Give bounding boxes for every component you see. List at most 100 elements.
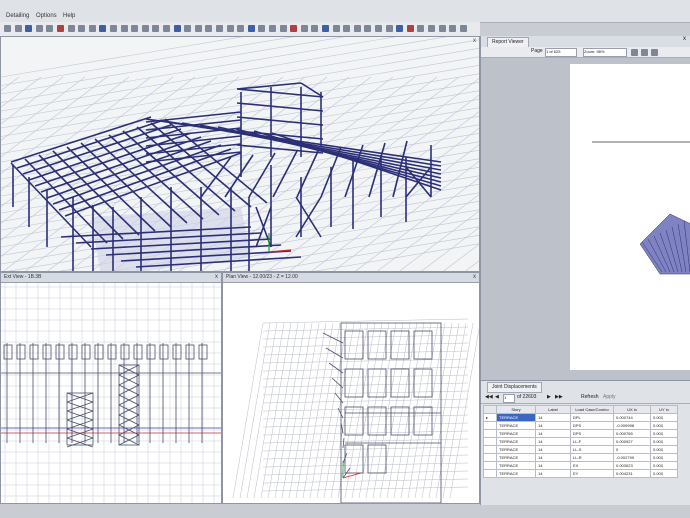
table-cell[interactable]: 14 (535, 445, 571, 454)
toolbar-tool-icon[interactable] (57, 25, 64, 32)
table-cell[interactable]: 0.000 (650, 429, 678, 438)
table-cell[interactable]: TERRACE (496, 469, 536, 478)
toolbar-tool-icon[interactable] (131, 25, 139, 32)
elevation-view-panel[interactable]: Ext View - 1B.3B x (0, 272, 222, 504)
table-cell[interactable]: TERRACE (496, 445, 536, 454)
table-cell[interactable]: 0.000 (650, 421, 678, 430)
table-row[interactable]: TERRACE 14 DPS -0.009998 0.000 (483, 421, 678, 430)
toolbar-tool-icon[interactable] (99, 25, 107, 32)
prev-page-icon[interactable]: ◀ (495, 394, 499, 400)
3d-model-canvas[interactable] (1, 37, 480, 272)
joint-displacements-table[interactable]: Story Label Load Case/Combo UX in UY in … (483, 405, 678, 478)
table-cell[interactable]: 14 (535, 469, 571, 478)
toolbar-tool-icon[interactable] (385, 25, 393, 32)
plan-view-panel[interactable]: Plan View - 12.00/23 - Z = 12.00 x (222, 272, 480, 504)
table-cell[interactable]: 0.000 (650, 413, 678, 422)
toolbar-tool-icon[interactable] (237, 25, 245, 32)
table-row[interactable]: TERRACE 14 DPS 0.000765 0.000 (483, 429, 678, 438)
toolbar-tool-icon[interactable] (459, 25, 467, 32)
page-selector[interactable]: 1 of 625 (545, 48, 577, 57)
toolbar-tool-icon[interactable] (311, 25, 319, 32)
toolbar-tool-icon[interactable] (67, 25, 75, 32)
table-cell[interactable]: TERRACE (496, 421, 536, 430)
table-cell[interactable]: 0.000 (650, 453, 678, 462)
table-cell[interactable]: 0.000744 (613, 413, 651, 422)
toolbar-tool-icon[interactable] (353, 25, 361, 32)
toolbar-tool-icon[interactable] (396, 25, 404, 32)
table-cell[interactable]: -0.002799 (613, 453, 651, 462)
table-cell[interactable]: DPS (570, 429, 614, 438)
table-row[interactable]: TERRACE 14 EY 0.004231 0.000 (483, 469, 678, 478)
table-cell[interactable] (483, 437, 497, 446)
tab-joint-displacements[interactable]: Joint Displacements (487, 382, 542, 393)
toolbar-tool-icon[interactable] (438, 25, 446, 32)
column-header[interactable]: UY in (650, 405, 678, 414)
table-cell[interactable]: 14 (535, 429, 571, 438)
table-row[interactable]: TERRACE 14 LL-R -0.002799 0.000 (483, 453, 678, 462)
next-page-icon[interactable]: ▶ (547, 394, 551, 400)
toolbar-tool-icon[interactable] (194, 25, 202, 32)
column-header[interactable]: Label (535, 405, 571, 414)
close-plan-view-button[interactable]: x (473, 274, 476, 281)
toolbar-tool-icon[interactable] (428, 25, 435, 32)
table-cell[interactable]: LL-R (570, 453, 614, 462)
table-cell[interactable]: 0.000927 (613, 437, 651, 446)
close-elevation-view-button[interactable]: x (215, 274, 218, 281)
table-cell[interactable]: DPL (570, 413, 614, 422)
table-cell[interactable]: 0.004231 (613, 469, 651, 478)
table-cell[interactable]: 0.000765 (613, 429, 651, 438)
table-cell[interactable]: 0.000 (650, 437, 678, 446)
table-cell[interactable]: TERRACE (496, 437, 536, 446)
toolbar-tool-icon[interactable] (417, 25, 425, 32)
column-header[interactable]: UX in (613, 405, 651, 414)
toolbar-tool-icon[interactable] (78, 25, 86, 32)
toolbar-tool-icon[interactable] (216, 25, 223, 32)
plan-canvas[interactable] (223, 283, 480, 504)
menu-help[interactable]: Help (63, 13, 75, 19)
toolbar-tool-icon[interactable] (173, 25, 181, 32)
table-cell[interactable]: TERRACE (496, 453, 536, 462)
toolbar-tool-icon[interactable] (406, 25, 414, 32)
table-cell[interactable]: 0.000 (650, 445, 678, 454)
table-cell[interactable]: -0.009998 (613, 421, 651, 430)
table-row[interactable]: TERRACE 14 EX 0.003023 0.000 (483, 461, 678, 470)
toolbar-tool-icon[interactable] (258, 25, 266, 32)
toolbar-tool-icon[interactable] (152, 25, 160, 32)
zoom-selector[interactable]: Zoom: 98% (583, 48, 627, 57)
toolbar-tool-icon[interactable] (322, 25, 329, 32)
close-report-viewer-button[interactable]: x (683, 36, 686, 42)
toolbar-tool-icon[interactable] (120, 25, 128, 32)
table-cell[interactable]: TERRACE (496, 429, 536, 438)
export-icon[interactable] (651, 49, 658, 56)
page-input[interactable]: 1 (503, 394, 515, 403)
refresh-button[interactable]: Refresh (581, 394, 599, 400)
toolbar-tool-icon[interactable] (14, 25, 22, 32)
table-row[interactable]: ▸ TERRACE 14 DPL 0.000744 0.000 (483, 413, 678, 422)
table-cell[interactable] (483, 429, 497, 438)
apply-button[interactable]: Apply (603, 394, 616, 400)
table-cell[interactable]: TERRACE (496, 461, 536, 470)
toolbar-tool-icon[interactable] (205, 25, 213, 32)
toolbar-tool-icon[interactable] (141, 25, 149, 32)
table-cell[interactable]: TERRACE (496, 413, 536, 422)
report-document-area[interactable] (481, 58, 690, 380)
toolbar-tool-icon[interactable] (35, 25, 43, 32)
toolbar-tool-icon[interactable] (163, 25, 170, 32)
table-cell[interactable]: EY (570, 469, 614, 478)
table-cell[interactable]: LL-S (570, 445, 614, 454)
table-row[interactable]: TERRACE 14 LL-F 0.000927 0.000 (483, 437, 678, 446)
toolbar-tool-icon[interactable] (332, 25, 340, 32)
table-cell[interactable]: ▸ (483, 413, 497, 422)
toolbar-tool-icon[interactable] (364, 25, 372, 32)
table-cell[interactable]: 14 (535, 413, 571, 422)
toolbar-tool-icon[interactable] (375, 25, 382, 32)
toolbar-tool-icon[interactable] (343, 25, 351, 32)
last-page-icon[interactable]: ▶▶ (555, 394, 563, 400)
toolbar-tool-icon[interactable] (226, 25, 234, 32)
toolbar-tool-icon[interactable] (25, 25, 33, 32)
menu-options[interactable]: Options (36, 13, 57, 19)
column-header[interactable]: Story (496, 405, 536, 414)
table-cell[interactable]: LL-F (570, 437, 614, 446)
table-cell[interactable]: DPS (570, 421, 614, 430)
table-cell[interactable] (483, 461, 497, 470)
